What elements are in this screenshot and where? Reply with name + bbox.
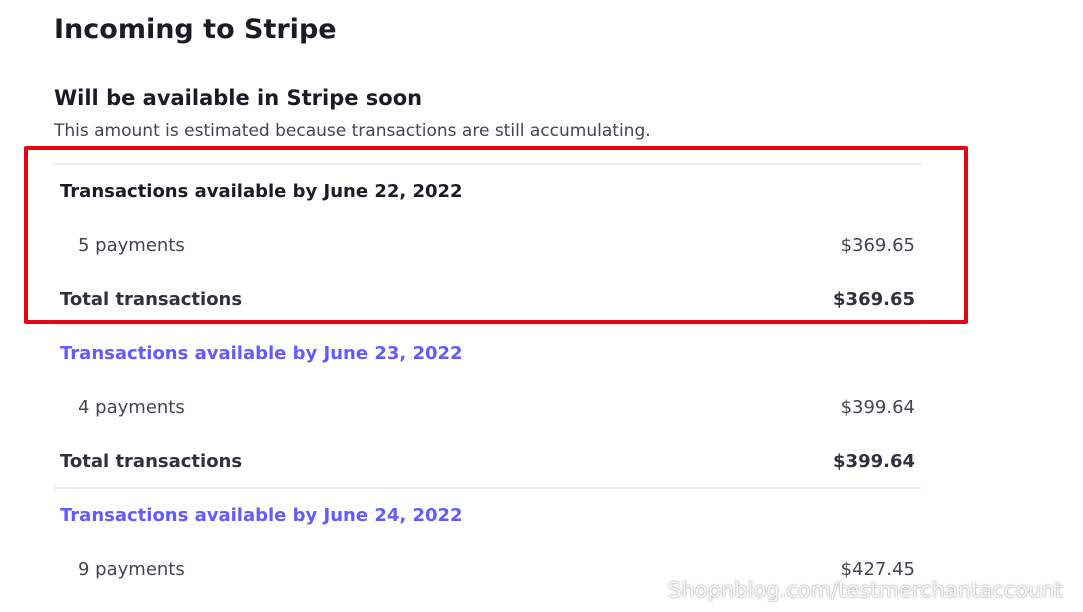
total-amount: $399.64 bbox=[833, 451, 915, 472]
payments-row-june-22: 5 payments $369.65 bbox=[78, 231, 915, 261]
group-link-june-23[interactable]: Transactions available by June 23, 2022 bbox=[60, 339, 463, 369]
group-link-june-24[interactable]: Transactions available by June 24, 2022 bbox=[60, 501, 463, 531]
payments-row-june-23: 4 payments $399.64 bbox=[78, 393, 915, 423]
total-amount: $369.65 bbox=[833, 289, 915, 310]
group-heading-june-22: Transactions available by June 22, 2022 bbox=[60, 181, 463, 202]
total-label: Total transactions bbox=[60, 289, 243, 310]
watermark: Shopnblog.com/testmerchantaccount bbox=[668, 578, 1063, 602]
payments-amount: $399.64 bbox=[840, 397, 915, 418]
total-row-june-23: Total transactions $399.64 bbox=[60, 447, 915, 477]
divider bbox=[54, 324, 921, 326]
section-heading: Will be available in Stripe soon bbox=[54, 86, 423, 110]
divider bbox=[54, 163, 921, 165]
payments-amount: $369.65 bbox=[840, 235, 915, 256]
page-title: Incoming to Stripe bbox=[54, 14, 337, 45]
total-label: Total transactions bbox=[60, 451, 243, 472]
total-row-june-22: Total transactions $369.65 bbox=[60, 285, 915, 315]
incoming-to-stripe-page: Incoming to Stripe Will be available in … bbox=[0, 0, 1083, 612]
payments-count: 4 payments bbox=[78, 397, 185, 418]
payments-count: 9 payments bbox=[78, 559, 185, 580]
payments-count: 5 payments bbox=[78, 235, 185, 256]
estimate-note: This amount is estimated because transac… bbox=[54, 121, 651, 141]
divider bbox=[54, 487, 921, 489]
